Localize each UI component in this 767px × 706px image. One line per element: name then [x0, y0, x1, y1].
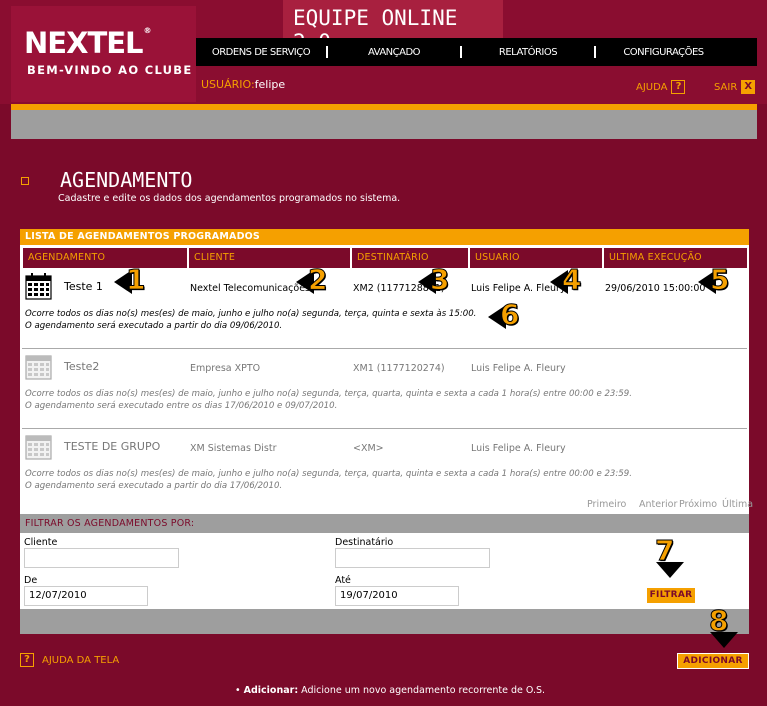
- callout-4: 4: [550, 263, 596, 299]
- schedule-client: XM Sistemas Distr: [190, 443, 277, 454]
- schedule-period: O agendamento será executado entre os di…: [25, 401, 338, 411]
- schedule-recurrence: Ocorre todos os dias no(s) mes(es) de ma…: [25, 389, 632, 399]
- pager-next[interactable]: Próximo: [679, 499, 717, 510]
- from-date-input[interactable]: 12/07/2010: [24, 586, 148, 606]
- page-description: Cadastre e edite os dados dos agendament…: [58, 193, 401, 204]
- nav-relatorios[interactable]: RELATÓRIOS: [462, 47, 594, 58]
- callout-2: 2: [296, 263, 342, 299]
- close-icon: X: [741, 80, 756, 94]
- calendar-icon: [25, 273, 52, 300]
- recipient-input[interactable]: [335, 548, 490, 568]
- logout-link[interactable]: SAIR X: [714, 80, 756, 94]
- help-icon: ?: [671, 80, 686, 94]
- pager-previous[interactable]: Anterior: [639, 499, 677, 510]
- callout-5: 5: [698, 263, 744, 299]
- header: NEXTEL® BEM-VINDO AO CLUBE EQUIPE ONLINE…: [0, 0, 767, 104]
- calendar-icon: [25, 355, 52, 380]
- client-input[interactable]: [24, 548, 179, 568]
- top-nav: ORDENS DE SERVIÇO AVANÇADO RELATÓRIOS CO…: [196, 38, 757, 66]
- callout-8: 8: [704, 604, 744, 650]
- schedule-name[interactable]: Teste 1: [64, 280, 103, 293]
- schedule-name[interactable]: TESTE DE GRUPO: [64, 440, 160, 453]
- header-gray-bar: [11, 110, 757, 139]
- schedule-last-run: 29/06/2010 15:00:00: [605, 283, 706, 294]
- schedule-client: Nextel Telecomunicações: [190, 283, 310, 294]
- schedule-user: Luis Felipe A. Fleury: [471, 363, 566, 374]
- schedule-name[interactable]: Teste2: [64, 360, 99, 373]
- filter-title: FILTRAR OS AGENDAMENTOS POR:: [20, 514, 749, 533]
- schedule-recipient: <XM>: [353, 443, 384, 454]
- column-header-agendamento[interactable]: AGENDAMENTO: [23, 248, 187, 268]
- client-label: Cliente: [24, 537, 58, 548]
- add-button[interactable]: ADICIONAR: [677, 653, 749, 669]
- schedule-client: Empresa XPTO: [190, 363, 261, 374]
- callout-1: 1: [114, 263, 160, 299]
- callout-6: 6: [488, 298, 534, 334]
- user-info: USUÁRIO:felipe: [201, 78, 285, 91]
- help-icon: ?: [20, 653, 34, 667]
- callout-3: 3: [418, 263, 464, 299]
- filter-panel: FILTRAR OS AGENDAMENTOS POR: Cliente Des…: [20, 514, 749, 634]
- page-title: AGENDAMENTO: [60, 168, 193, 192]
- schedule-recurrence: Ocorre todos os dias no(s) mes(es) de ma…: [25, 469, 632, 479]
- schedule-period: O agendamento será executado a partir do…: [25, 321, 283, 331]
- to-date-label: Até: [335, 575, 351, 586]
- calendar-icon: [25, 435, 52, 460]
- brand-logo-text: NEXTEL®: [24, 26, 152, 60]
- pager-last[interactable]: Última: [722, 499, 753, 510]
- table-row[interactable]: Teste2 Empresa XPTO XM1 (1177120274) Lui…: [20, 349, 749, 429]
- list-title: LISTA DE AGENDAMENTOS PROGRAMADOS: [20, 229, 749, 245]
- from-date-label: De: [24, 575, 38, 586]
- add-help-note: • Adicionar: Adicione um novo agendament…: [235, 685, 546, 696]
- pager-first[interactable]: Primeiro: [587, 499, 626, 510]
- brand-tagline: BEM-VINDO AO CLUBE: [27, 63, 193, 77]
- to-date-input[interactable]: 19/07/2010: [335, 586, 459, 606]
- schedule-user: Luis Felipe A. Fleury: [471, 443, 566, 454]
- nav-avancado[interactable]: AVANÇADO: [328, 47, 460, 58]
- bullet-square-icon: [21, 177, 29, 185]
- nav-configuracoes[interactable]: CONFIGURAÇÕES: [596, 47, 731, 58]
- filter-footer-bar: [20, 609, 749, 634]
- schedule-recipient: XM1 (1177120274): [353, 363, 445, 374]
- schedule-period: O agendamento será executado a partir do…: [25, 481, 283, 491]
- user-name: felipe: [254, 78, 286, 91]
- callout-7: 7: [650, 534, 690, 580]
- app-title: EQUIPE ONLINE 2.0: [283, 0, 503, 54]
- recipient-label: Destinatário: [335, 537, 394, 548]
- schedule-recurrence: Ocorre todos os dias no(s) mes(es) de ma…: [25, 309, 477, 319]
- user-label: USUÁRIO:: [201, 78, 255, 91]
- nav-ordens-servico[interactable]: ORDENS DE SERVIÇO: [196, 47, 326, 58]
- table-row[interactable]: TESTE DE GRUPO XM Sistemas Distr <XM> Lu…: [20, 429, 749, 499]
- help-link[interactable]: AJUDA?: [636, 80, 686, 94]
- filter-button[interactable]: FILTRAR: [646, 587, 696, 604]
- screen-help-link[interactable]: ? AJUDA DA TELA: [20, 653, 119, 667]
